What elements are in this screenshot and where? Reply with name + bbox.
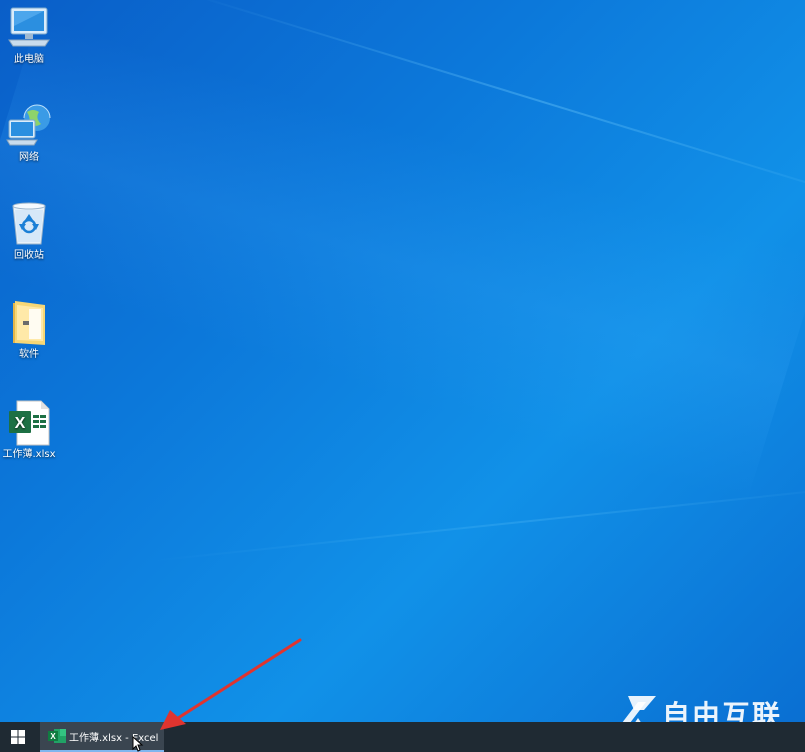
desktop-icon-excel-file[interactable]: X 工作薄.xlsx: [0, 399, 58, 461]
svg-text:X: X: [50, 732, 56, 741]
start-button[interactable]: [0, 722, 36, 752]
desktop-icon-recycle-bin[interactable]: 回收站: [0, 200, 58, 262]
svg-text:X: X: [15, 415, 26, 432]
desktop-icon-network[interactable]: 网络: [0, 102, 58, 164]
excel-file-icon: X: [9, 400, 50, 446]
desktop-icon-label: 软件: [19, 349, 39, 360]
desktop-icon-this-pc[interactable]: 此电脑: [0, 4, 58, 66]
watermark-text: 自由互联: [662, 699, 783, 722]
desktop-icon-label: 网络: [19, 152, 39, 163]
light-beam: [0, 15, 805, 505]
desktop-background: 此电脑 网络 回收站 软件 X 工作薄.xlsx 自由互联: [0, 0, 805, 722]
network-icon: [6, 104, 51, 146]
recycle-bin-icon: [12, 202, 46, 245]
folder-icon: [13, 301, 45, 345]
light-beam: [149, 480, 805, 562]
taskbar: X 工作薄.xlsx - Excel: [0, 722, 805, 752]
desktop-icon-label: 回收站: [14, 250, 44, 261]
desktop-icon-folder[interactable]: 软件: [0, 299, 58, 361]
computer-icon: [8, 7, 50, 47]
excel-icon: X: [48, 729, 66, 743]
desktop-icon-label: 此电脑: [14, 54, 44, 65]
desktop-icon-label: 工作薄.xlsx: [2, 449, 56, 460]
windows-logo-icon: [11, 730, 25, 744]
mouse-cursor-icon: [132, 736, 144, 752]
taskbar-button-excel[interactable]: X 工作薄.xlsx - Excel: [40, 722, 164, 752]
taskbar-button-label: 工作薄.xlsx - Excel: [69, 732, 159, 744]
